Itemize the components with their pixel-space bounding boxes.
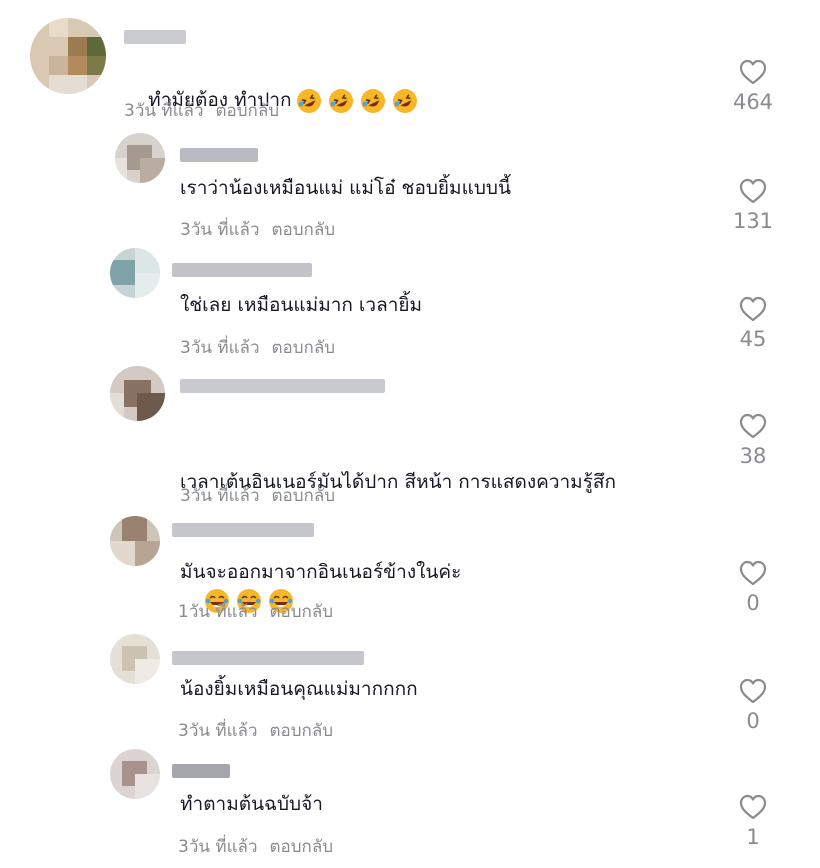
timestamp: 3วัน ที่แล้ว: [124, 101, 204, 121]
reply-item: เราว่าน้องเหมือนแม่ แม่โอ๋ ชอบยิ้มแบบนี้…: [0, 125, 820, 243]
heart-icon[interactable]: [738, 559, 768, 587]
timestamp: 3วัน ที่แล้ว: [178, 837, 258, 857]
comment-text: น้องยิ้มเหมือนคุณแม่มากกกก: [180, 678, 418, 700]
reply-button[interactable]: ตอบกลับ: [272, 220, 336, 240]
rolling-laughing-emoji: [392, 88, 417, 113]
avatar[interactable]: [30, 18, 106, 94]
avatar[interactable]: [110, 366, 165, 421]
like-group: 131: [723, 177, 783, 233]
heart-icon[interactable]: [738, 412, 768, 440]
rolling-laughing-emoji: [296, 88, 321, 113]
like-count: 0: [746, 591, 760, 615]
avatar[interactable]: [110, 248, 160, 298]
heart-icon[interactable]: [738, 177, 768, 205]
reply-button[interactable]: ตอบกลับ: [272, 338, 336, 358]
comment-meta: 3วัน ที่แล้ว ตอบกลับ: [178, 833, 333, 860]
heart-icon[interactable]: [738, 295, 768, 323]
like-count: 0: [746, 709, 760, 733]
comment-meta: 3วัน ที่แล้ว ตอบกลับ: [180, 482, 335, 509]
username-blurred[interactable]: [172, 764, 230, 778]
timestamp: 3วัน ที่แล้ว: [180, 338, 260, 358]
comment-text: ทำตามต้นฉบับจ้า: [180, 793, 323, 815]
reply-item: เวลาเต้นอินเนอร์มันได้ปาก สีหน้า การแสดง…: [0, 361, 820, 583]
comment-meta: 3วัน ที่แล้ว ตอบกลับ: [124, 97, 279, 124]
avatar[interactable]: [110, 749, 160, 799]
like-group: 464: [723, 58, 783, 114]
reply-button[interactable]: ตอบกลับ: [270, 602, 334, 622]
heart-icon[interactable]: [738, 677, 768, 705]
rolling-laughing-emoji: [328, 88, 353, 113]
reply-item: ใช่เลย เหมือนแม่มาก เวลายิ้ม 3วัน ที่แล้…: [0, 243, 820, 361]
username-blurred[interactable]: [172, 523, 314, 537]
like-count: 38: [739, 444, 767, 468]
username-blurred[interactable]: [172, 651, 364, 665]
username-blurred[interactable]: [180, 148, 258, 162]
comment-item: ทำมัยต้อง ทำปาก 3วัน ที่แล้ว ตอบกลับ 464: [0, 0, 820, 125]
heart-icon[interactable]: [738, 58, 768, 86]
like-group: 0: [723, 677, 783, 733]
username-blurred[interactable]: [180, 379, 385, 393]
like-group: 38: [723, 412, 783, 468]
comment-meta: 3วัน ที่แล้ว ตอบกลับ: [180, 216, 335, 243]
like-count: 1: [746, 825, 760, 849]
comment-meta: 3วัน ที่แล้ว ตอบกลับ: [178, 717, 333, 744]
comment-text: ใช่เลย เหมือนแม่มาก เวลายิ้ม: [180, 294, 423, 316]
reply-button[interactable]: ตอบกลับ: [216, 101, 280, 121]
comment-meta: 3วัน ที่แล้ว ตอบกลับ: [180, 334, 335, 361]
timestamp: 3วัน ที่แล้ว: [180, 486, 260, 506]
reply-item: ทำตามต้นฉบับจ้า 3วัน ที่แล้ว ตอบกลับ 1: [0, 749, 820, 868]
reply-item: น้องยิ้มเหมือนคุณแม่มากกกก 3วัน ที่แล้ว ต…: [0, 631, 820, 749]
timestamp: 1วัน ที่แล้ว: [178, 602, 258, 622]
reply-item: 1วัน ที่แล้ว ตอบกลับ 0: [0, 511, 820, 631]
avatar[interactable]: [110, 634, 160, 684]
reply-button[interactable]: ตอบกลับ: [270, 721, 334, 741]
avatar[interactable]: [110, 516, 160, 566]
comment-meta: 1วัน ที่แล้ว ตอบกลับ: [178, 598, 333, 625]
username-blurred[interactable]: [124, 30, 186, 44]
heart-icon[interactable]: [738, 793, 768, 821]
like-group: 1: [723, 793, 783, 849]
rolling-laughing-emoji: [360, 88, 385, 113]
like-count: 464: [732, 90, 774, 114]
username-blurred[interactable]: [172, 263, 312, 277]
comment-text: เราว่าน้องเหมือนแม่ แม่โอ๋ ชอบยิ้มแบบนี้: [180, 177, 511, 199]
timestamp: 3วัน ที่แล้ว: [178, 721, 258, 741]
reply-button[interactable]: ตอบกลับ: [272, 486, 336, 506]
timestamp: 3วัน ที่แล้ว: [180, 220, 260, 240]
avatar[interactable]: [115, 133, 165, 183]
like-group: 45: [723, 295, 783, 351]
reply-button[interactable]: ตอบกลับ: [270, 837, 334, 857]
like-group: 0: [723, 559, 783, 615]
like-count: 131: [732, 209, 774, 233]
emoji-group: [296, 88, 418, 114]
like-count: 45: [739, 327, 767, 351]
